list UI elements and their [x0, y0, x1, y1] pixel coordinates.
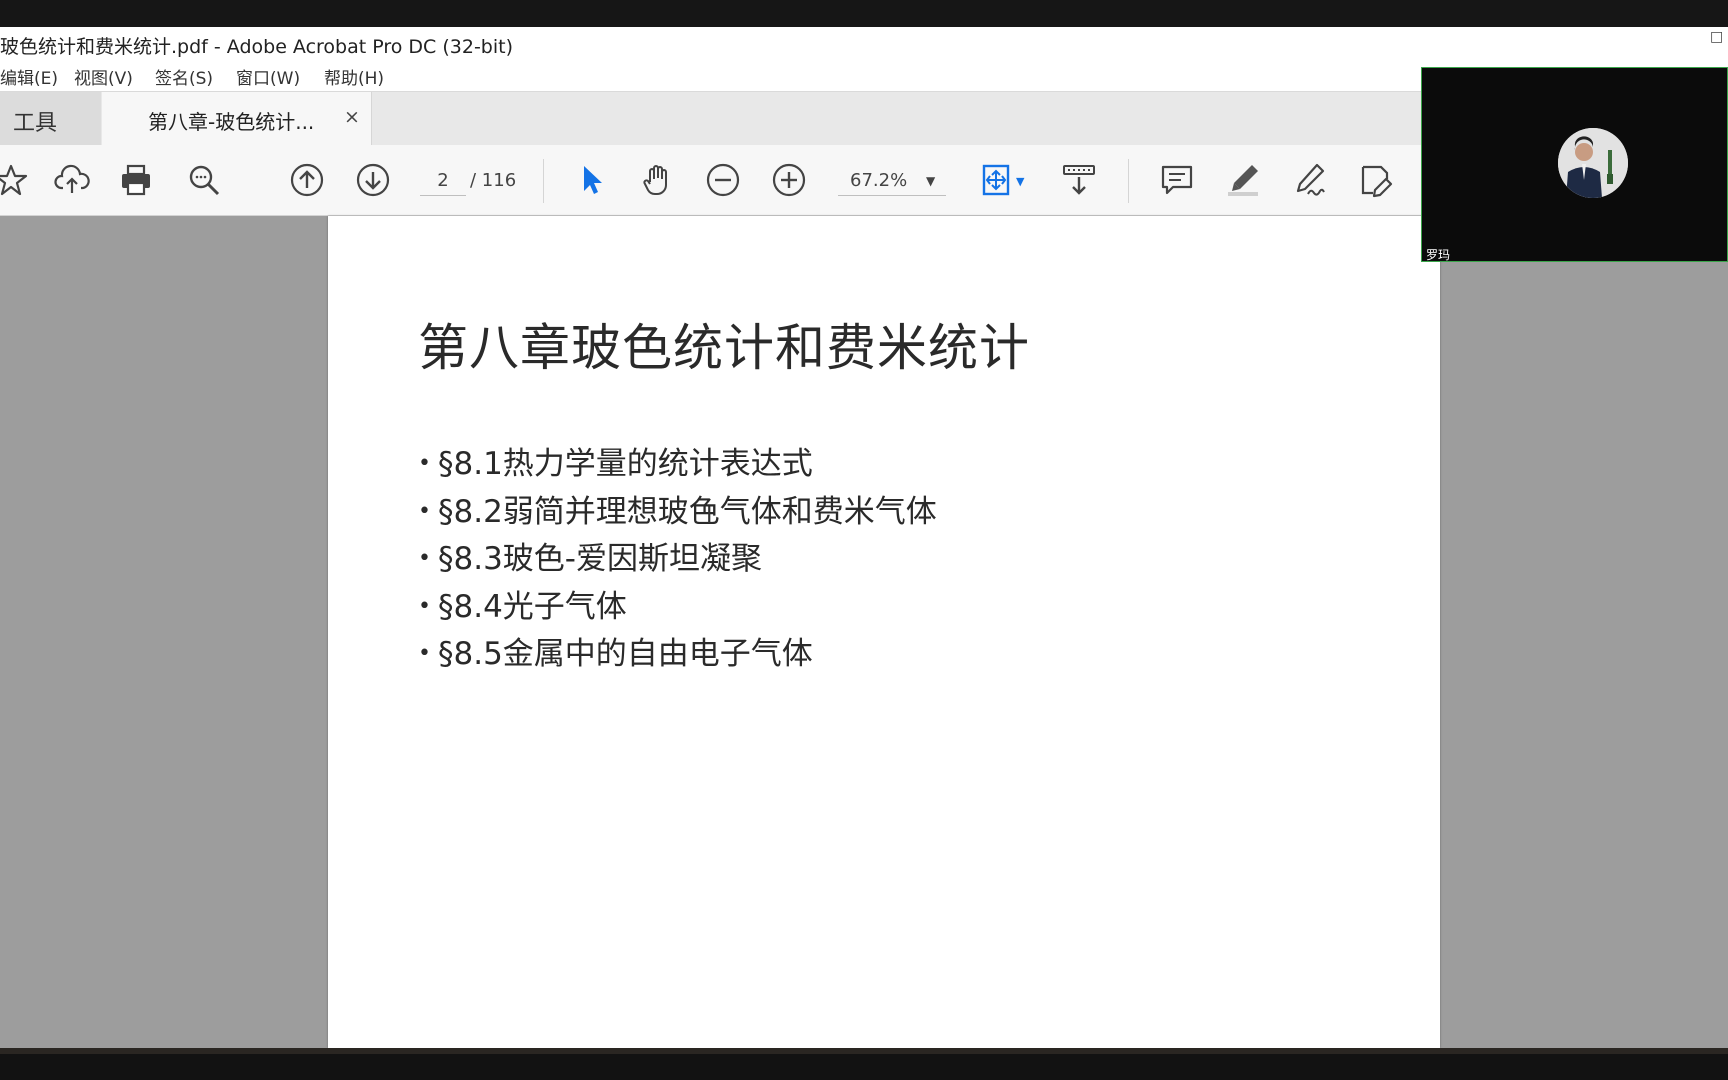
taskbar-strip: [0, 1048, 1728, 1054]
fit-page-dropdown-icon[interactable]: ▼: [1016, 175, 1024, 188]
menu-window[interactable]: 窗口(W): [236, 64, 300, 89]
window-control-icon[interactable]: □: [1710, 29, 1723, 45]
previous-page-icon[interactable]: [288, 161, 326, 199]
tab-document-label: 第八章-玻色统计...: [148, 110, 315, 134]
avatar: [1558, 128, 1628, 198]
list-item: • §8.1热力学量的统计表达式: [418, 438, 937, 486]
bullet: •: [418, 546, 431, 571]
edit-pdf-icon[interactable]: [1356, 161, 1394, 199]
participant-name: 罗玛: [1426, 248, 1451, 262]
list-item: • §8.2弱简并理想玻色气体和费米气体: [418, 486, 937, 534]
tab-tools-label: 工具: [13, 111, 58, 136]
document-viewer[interactable]: 第八章玻色统计和费米统计 • §8.1热力学量的统计表达式 • §8.2弱简并理想玻…: [0, 216, 1728, 1048]
toolbar-divider: [1128, 159, 1129, 203]
chevron-down-icon: ▼: [926, 174, 936, 188]
list-item: • §8.5金属中的自由电子气体: [418, 628, 937, 676]
bullet: •: [418, 593, 431, 619]
upload-cloud-icon[interactable]: [53, 161, 91, 199]
next-page-icon[interactable]: [354, 161, 392, 199]
contents-list: • §8.1热力学量的统计表达式 • §8.2弱简并理想玻色气体和费米气体 • §8.…: [418, 438, 937, 676]
list-item-text: §8.1热力学量的统计表达式: [438, 446, 813, 482]
screen-bottom-border: [0, 1048, 1728, 1080]
print-icon[interactable]: [117, 161, 155, 199]
page-total: / 116: [470, 170, 517, 191]
list-item-text: §8.4光子气体: [438, 588, 627, 625]
hand-tool-icon[interactable]: [639, 161, 677, 199]
highlight-icon[interactable]: [1224, 161, 1262, 199]
bullet: •: [418, 451, 431, 476]
comment-icon[interactable]: [1158, 161, 1196, 199]
bullet: •: [418, 498, 431, 524]
pdf-page: 第八章玻色统计和费米统计 • §8.1热力学量的统计表达式 • §8.2弱简并理想玻…: [328, 216, 1440, 1048]
list-item-text: §8.2弱简并理想玻色气体和费米气体: [438, 493, 937, 530]
window-title: 玻色统计和费米统计.pdf - Adobe Acrobat Pro DC (32…: [0, 36, 514, 58]
acrobat-window: 玻色统计和费米统计.pdf - Adobe Acrobat Pro DC (32…: [0, 27, 1728, 1048]
page-number-input[interactable]: 2: [420, 167, 466, 196]
bookmark-star-icon[interactable]: [0, 161, 30, 199]
tab-document[interactable]: 第八章-玻色统计... ×: [102, 92, 372, 147]
list-item: • §8.4光子气体: [418, 581, 937, 629]
title-bar: 玻色统计和费米统计.pdf - Adobe Acrobat Pro DC (32…: [0, 27, 1420, 58]
page-heading: 第八章玻色统计和费米统计: [418, 319, 1030, 377]
menu-sign[interactable]: 签名(S): [155, 64, 213, 89]
list-item-text: §8.3玻色-爱因斯坦凝聚: [438, 541, 762, 577]
select-arrow-icon[interactable]: [573, 161, 611, 199]
text-cursor-icon: I: [706, 504, 713, 529]
tab-tools[interactable]: 工具: [0, 92, 101, 146]
bullet: •: [418, 641, 431, 666]
menu-bar: 编辑(E) 视图(V) 签名(S) 窗口(W) 帮助(H): [0, 57, 1420, 91]
read-mode-icon[interactable]: [1060, 161, 1098, 199]
sign-icon[interactable]: [1290, 161, 1328, 199]
menu-help[interactable]: 帮助(H): [324, 64, 384, 89]
screen-top-border: [0, 0, 1728, 27]
zoom-out-icon[interactable]: [704, 161, 742, 199]
fit-page-icon[interactable]: [978, 161, 1016, 199]
search-zoom-icon[interactable]: [185, 161, 223, 199]
video-call-window[interactable]: 罗玛: [1421, 67, 1728, 262]
close-tab-icon[interactable]: ×: [344, 106, 360, 128]
list-item-text: §8.5金属中的自由电子气体: [438, 636, 813, 672]
menu-edit[interactable]: 编辑(E): [0, 64, 58, 89]
menu-view[interactable]: 视图(V): [74, 64, 133, 89]
list-item: • §8.3玻色-爱因斯坦凝聚: [418, 533, 937, 581]
toolbar-divider: [543, 159, 544, 203]
zoom-level-value: 67.2%: [850, 170, 908, 191]
zoom-in-icon[interactable]: [770, 161, 808, 199]
zoom-level-select[interactable]: 67.2% ▼: [838, 167, 946, 196]
